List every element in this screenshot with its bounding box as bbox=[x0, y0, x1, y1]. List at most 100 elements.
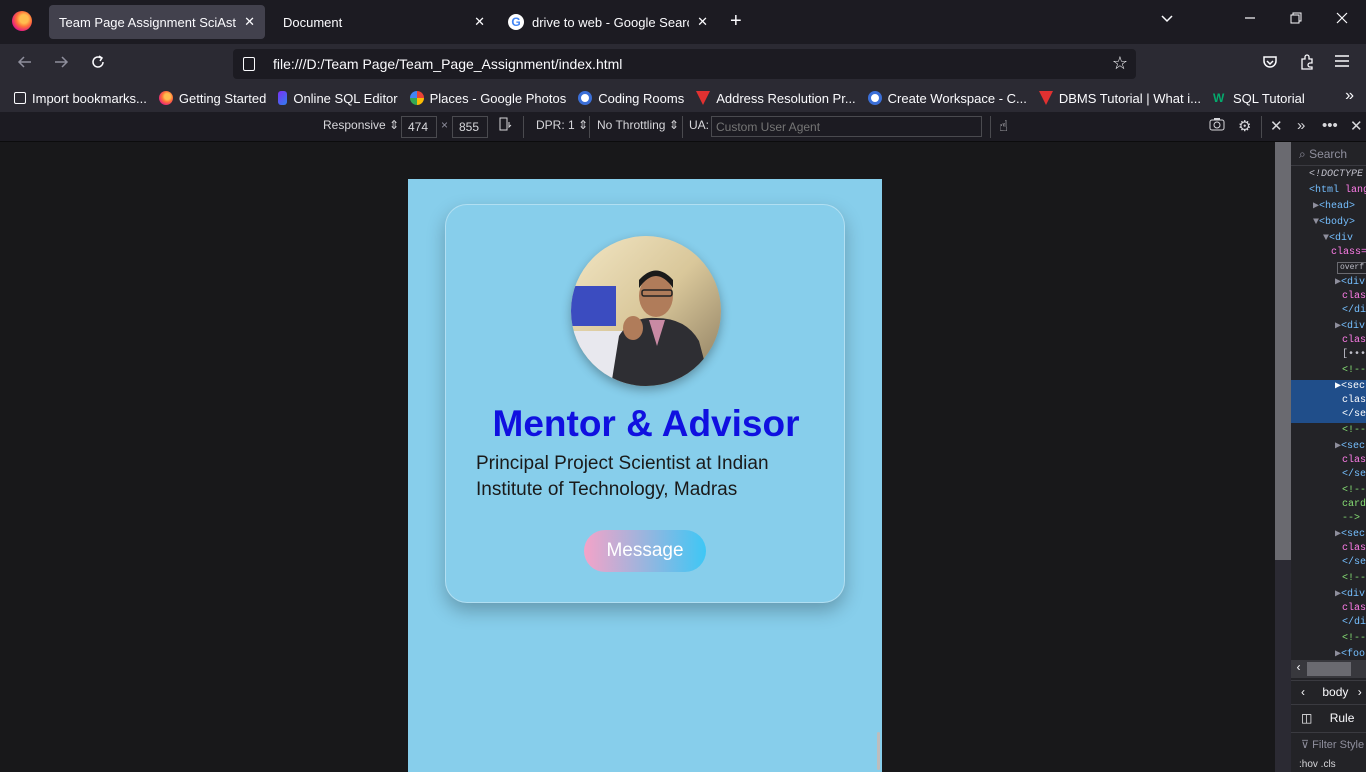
markup-line[interactable]: </se bbox=[1342, 556, 1366, 570]
back-icon[interactable] bbox=[16, 53, 34, 76]
bookmark-star-icon[interactable]: ☆ bbox=[1112, 53, 1128, 74]
scrollbar-thumb[interactable] bbox=[1307, 662, 1351, 676]
markup-line[interactable]: clas bbox=[1342, 394, 1366, 408]
markup-line[interactable]: clas bbox=[1342, 334, 1366, 348]
bookmark-item[interactable]: Online SQL Editor bbox=[278, 91, 398, 106]
more-bookmarks-icon[interactable]: » bbox=[1345, 87, 1354, 105]
restore-icon[interactable] bbox=[1290, 11, 1302, 29]
close-devtools-icon[interactable]: ✕ bbox=[1350, 117, 1363, 135]
markup-line[interactable]: ▼<div bbox=[1323, 232, 1353, 246]
chevron-left-icon[interactable]: ‹ bbox=[1301, 685, 1305, 699]
tab-team-page[interactable]: Team Page Assignment SciAstra Edu ✕ bbox=[49, 5, 265, 39]
bookmark-item[interactable]: Address Resolution Pr... bbox=[696, 91, 856, 106]
close-window-icon[interactable] bbox=[1336, 11, 1348, 29]
bookmark-item[interactable]: W SQL Tutorial bbox=[1213, 91, 1305, 106]
pocket-icon[interactable] bbox=[1261, 53, 1279, 76]
markup-line[interactable]: ▶<sec bbox=[1335, 528, 1365, 542]
avatar bbox=[571, 236, 721, 386]
markup-line[interactable]: </se bbox=[1342, 468, 1366, 482]
firefox-logo-icon[interactable] bbox=[12, 11, 32, 31]
w3schools-icon: W bbox=[1212, 91, 1225, 105]
markup-line[interactable]: ▼<body> bbox=[1313, 216, 1355, 230]
menu-icon[interactable] bbox=[1334, 53, 1350, 74]
search-placeholder: Search bbox=[1309, 147, 1348, 161]
markup-line[interactable]: ▶<sec bbox=[1335, 440, 1365, 454]
markup-line[interactable]: </di bbox=[1342, 616, 1366, 630]
url-bar[interactable]: file:///D:/Team Page/Team_Page_Assignmen… bbox=[233, 49, 1136, 79]
message-button[interactable]: Message bbox=[584, 530, 706, 572]
screenshot-icon[interactable] bbox=[1209, 117, 1225, 135]
chevron-right-icon[interactable]: › bbox=[1358, 685, 1362, 699]
bookmark-label: Coding Rooms bbox=[598, 90, 685, 106]
throttling-label: No Throttling bbox=[597, 118, 666, 132]
markup-line[interactable]: [•••] bbox=[1342, 348, 1366, 362]
forward-icon[interactable] bbox=[52, 53, 70, 76]
close-icon[interactable]: ✕ bbox=[697, 14, 708, 30]
markup-line[interactable]: ▶<div bbox=[1335, 276, 1365, 290]
extensions-icon[interactable] bbox=[1298, 53, 1316, 76]
touch-simulation-icon[interactable]: ☝ bbox=[999, 117, 1008, 135]
markup-line[interactable]: <!-- bbox=[1342, 364, 1366, 378]
new-tab-button[interactable]: + bbox=[730, 10, 742, 33]
bookmark-item[interactable]: Getting Started bbox=[158, 91, 266, 106]
markup-line[interactable]: card bbox=[1342, 498, 1366, 512]
tutorial-icon bbox=[1038, 91, 1053, 105]
settings-gear-icon[interactable]: ⚙ bbox=[1238, 117, 1251, 135]
card-title: Mentor & Advisor bbox=[492, 403, 800, 444]
tab-title: Team Page Assignment SciAstra Edu bbox=[59, 14, 237, 30]
markup-line[interactable]: <!-- bbox=[1342, 632, 1366, 646]
overflow-badge[interactable]: overf bbox=[1337, 262, 1366, 274]
markup-horizontal-scrollbar[interactable]: ‹ bbox=[1291, 660, 1366, 678]
markup-line[interactable]: clas bbox=[1342, 542, 1366, 556]
tab-list-chevron-icon[interactable] bbox=[1160, 11, 1174, 30]
filter-styles-input[interactable]: ⊽ Filter Style bbox=[1291, 732, 1366, 756]
markup-line[interactable]: </di bbox=[1342, 304, 1366, 318]
page-scrollbar-thumb[interactable] bbox=[1275, 142, 1291, 560]
markup-line[interactable]: clas bbox=[1342, 290, 1366, 304]
bookmark-item[interactable]: DBMS Tutorial | What i... bbox=[1038, 91, 1201, 106]
dpr-selector[interactable]: DPR: 1 ⇕ bbox=[536, 118, 588, 132]
tab-document[interactable]: Document ✕ bbox=[273, 5, 495, 39]
minimize-icon[interactable] bbox=[1244, 11, 1256, 29]
reload-icon[interactable] bbox=[89, 53, 107, 76]
markup-line[interactable]: clas bbox=[1342, 454, 1366, 468]
markup-line[interactable]: ▶<div bbox=[1335, 588, 1365, 602]
close-rdm-icon[interactable]: ✕ bbox=[1270, 117, 1283, 135]
markup-line[interactable]: <!DOCTYPE bbox=[1309, 168, 1363, 182]
close-icon[interactable]: ✕ bbox=[474, 14, 485, 30]
markup-line[interactable]: class= bbox=[1331, 246, 1366, 260]
device-selector[interactable]: Responsive ⇕ bbox=[323, 118, 399, 132]
team-member-card: Mentor & Advisor Principal Project Scien… bbox=[445, 204, 845, 603]
markup-line[interactable]: ▶<sec bbox=[1335, 380, 1365, 394]
height-input[interactable]: 855 bbox=[452, 116, 488, 138]
markup-line[interactable]: --> bbox=[1342, 512, 1360, 526]
url-text[interactable]: file:///D:/Team Page/Team_Page_Assignmen… bbox=[273, 56, 622, 72]
markup-line[interactable]: clas bbox=[1342, 602, 1366, 616]
tab-google-search[interactable]: G drive to web - Google Search ✕ bbox=[498, 5, 718, 39]
bookmark-item[interactable]: Import bookmarks... bbox=[14, 91, 147, 106]
rotate-icon[interactable] bbox=[498, 117, 512, 135]
breadcrumb-item[interactable]: body bbox=[1322, 685, 1348, 699]
markup-line[interactable]: <!-- bbox=[1342, 424, 1366, 438]
inspector-search[interactable]: ⌕ Search bbox=[1291, 142, 1366, 166]
tab-rules[interactable]: Rule bbox=[1330, 711, 1355, 725]
markup-line[interactable]: </se bbox=[1342, 408, 1366, 422]
user-agent-input[interactable] bbox=[711, 116, 982, 137]
bookmark-item[interactable]: Coding Rooms bbox=[578, 91, 684, 106]
markup-line[interactable]: ▶<div bbox=[1335, 320, 1365, 334]
scroll-left-icon[interactable]: ‹ bbox=[1295, 661, 1302, 675]
close-icon[interactable]: ✕ bbox=[244, 14, 255, 30]
devtools-overflow-icon[interactable]: » bbox=[1297, 117, 1305, 134]
pseudo-class-toggles[interactable]: :hov .cls bbox=[1299, 759, 1336, 770]
markup-line[interactable]: <!-- bbox=[1342, 572, 1366, 586]
bookmark-item[interactable]: Places - Google Photos bbox=[409, 91, 566, 106]
more-options-icon[interactable]: ••• bbox=[1322, 117, 1338, 134]
markup-line[interactable]: ▶<head> bbox=[1313, 200, 1355, 214]
bookmark-item[interactable]: Create Workspace - C... bbox=[867, 91, 1027, 106]
throttling-selector[interactable]: No Throttling ⇕ bbox=[597, 118, 679, 132]
markup-line[interactable]: <!-- bbox=[1342, 484, 1366, 498]
viewport-scrollbar[interactable] bbox=[877, 732, 880, 770]
layout-toggle-icon[interactable]: ◫ bbox=[1301, 711, 1312, 725]
width-input[interactable]: 474 bbox=[401, 116, 437, 138]
markup-line[interactable]: <html lang bbox=[1309, 184, 1366, 198]
